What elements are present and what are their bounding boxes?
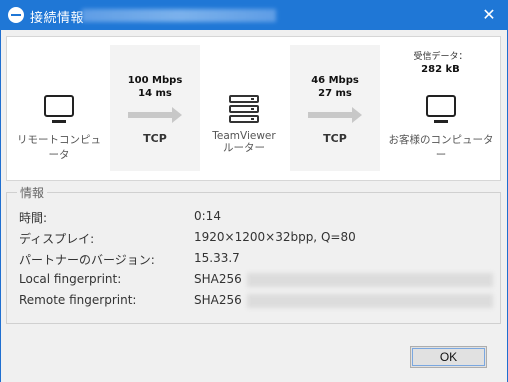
close-button[interactable]: ✕ — [478, 4, 500, 26]
link1-latency: 14 ms — [138, 88, 172, 99]
link2-protocol: TCP — [323, 132, 347, 145]
server-router-icon — [229, 95, 259, 123]
remote-computer-node: お客様のコンピューター — [385, 95, 497, 162]
redacted-partner-name — [82, 9, 276, 22]
redacted-local-fingerprint — [247, 273, 493, 287]
info-group: 情報 時間: 0:14 ディスプレイ: 1920×1200×32bpp, Q=8… — [6, 184, 501, 324]
redacted-remote-fingerprint — [247, 294, 493, 308]
info-row-remote-fingerprint: Remote fingerprint: SHA256 — [19, 293, 499, 309]
received-data: 受信データ： 282 kB — [403, 49, 478, 75]
info-row-local-fingerprint: Local fingerprint: SHA256 — [19, 272, 499, 288]
link-local-router: 100 Mbps 14 ms TCP — [110, 45, 200, 171]
monitor-icon — [44, 95, 74, 117]
router-label-line2: ルーター — [223, 142, 265, 154]
info-group-title: 情報 — [17, 184, 48, 201]
local-computer-label: リモートコンピュータ — [17, 134, 101, 161]
local-computer-node: リモートコンピュータ — [13, 95, 105, 162]
link2-bandwidth: 46 Mbps — [311, 75, 359, 86]
link1-bandwidth: 100 Mbps — [127, 75, 183, 86]
link1-protocol: TCP — [143, 132, 167, 145]
remote-computer-label: お客様のコンピューター — [388, 134, 494, 161]
title-bar: 接続情報 ✕ — [0, 0, 508, 30]
teamviewer-logo-icon — [8, 7, 24, 23]
received-data-value: 282 kB — [421, 64, 460, 75]
monitor-icon — [426, 95, 456, 117]
arrow-right-icon — [128, 107, 182, 123]
window-title: 接続情報 — [30, 11, 85, 26]
router-label-line1: TeamViewer — [212, 130, 276, 142]
link-router-remote: 46 Mbps 27 ms TCP — [290, 45, 380, 171]
arrow-right-icon — [308, 107, 362, 123]
router-node: TeamViewer ルーター — [204, 95, 284, 154]
received-data-label: 受信データ： — [413, 52, 468, 62]
link2-latency: 27 ms — [318, 88, 352, 99]
connection-diagram: リモートコンピュータ 100 Mbps 14 ms TCP TeamViewer… — [6, 36, 501, 181]
dialog-body: リモートコンピュータ 100 Mbps 14 ms TCP TeamViewer… — [1, 30, 507, 382]
ok-button[interactable]: OK — [410, 346, 487, 368]
